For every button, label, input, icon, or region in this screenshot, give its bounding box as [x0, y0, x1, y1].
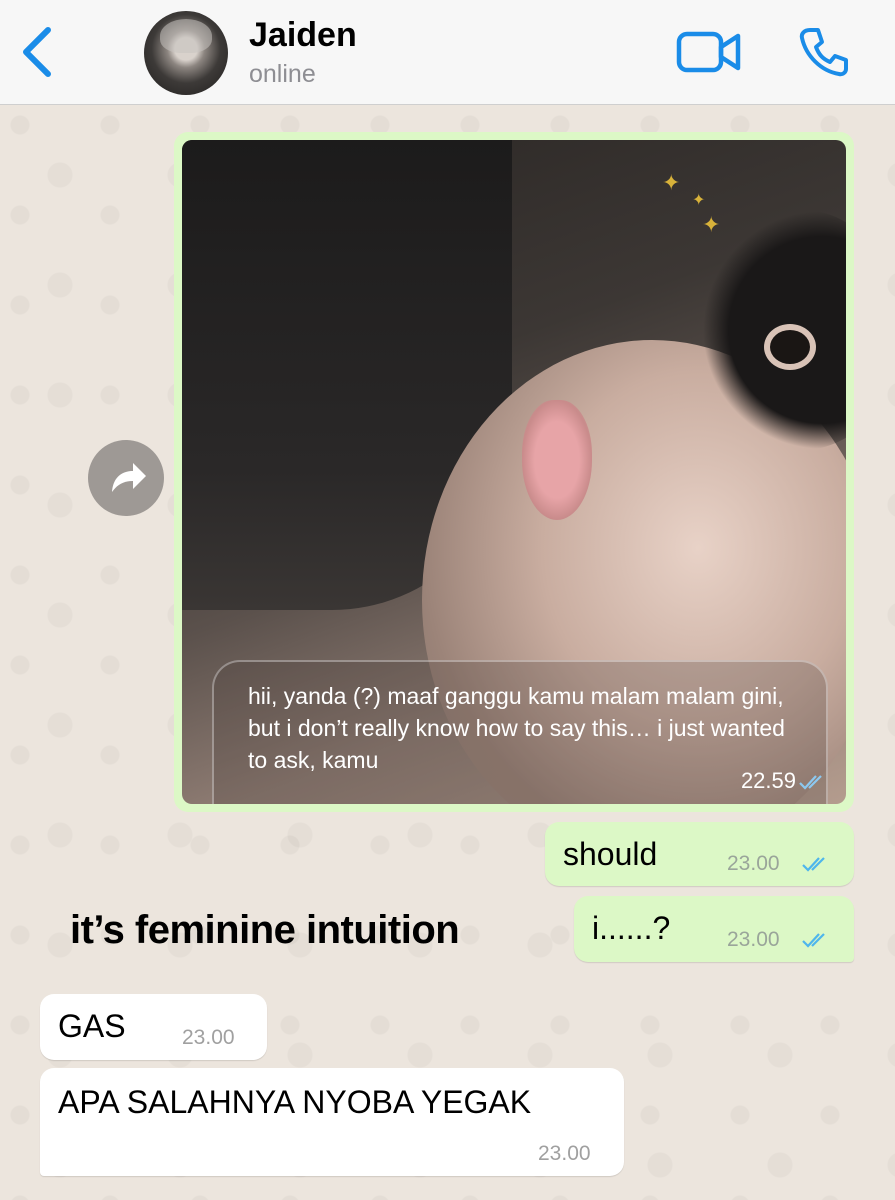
- video-camera-icon: [676, 31, 741, 73]
- forward-arrow-icon: [112, 463, 146, 492]
- outgoing-message[interactable]: i......? 23.00: [574, 896, 854, 962]
- message-time: 23.00: [538, 1142, 591, 1165]
- message-text: APA SALAHNYA NYOBA YEGAK: [58, 1084, 532, 1120]
- incoming-message[interactable]: APA SALAHNYA NYOBA YEGAK 23.00: [40, 1068, 624, 1176]
- message-text: GAS: [58, 1008, 126, 1044]
- read-ticks-icon: [802, 857, 825, 872]
- back-button[interactable]: [18, 24, 58, 80]
- selfie-photo[interactable]: ✦ ✦ ✦ hii, yanda (?) maaf ganggu kamu ma…: [182, 140, 846, 804]
- image-caption: hii, yanda (?) maaf ganggu kamu malam ma…: [248, 683, 785, 773]
- message-time: 23.00: [727, 928, 780, 951]
- photo-lips: [522, 400, 592, 520]
- voice-call-button[interactable]: [796, 24, 852, 80]
- sparkle-icon: ✦: [702, 212, 721, 237]
- contact-status: online: [249, 60, 316, 88]
- image-message[interactable]: ✦ ✦ ✦ hii, yanda (?) maaf ganggu kamu ma…: [174, 132, 854, 812]
- message-text: i......?: [592, 910, 671, 946]
- message-time: 22.59: [740, 768, 796, 793]
- contact-name[interactable]: Jaiden: [249, 16, 357, 55]
- overlay-caption: it’s feminine intuition: [70, 908, 460, 952]
- message-text: should: [563, 836, 658, 872]
- sparkle-icon: ✦: [662, 170, 681, 195]
- read-ticks-icon: [799, 775, 822, 790]
- outgoing-message[interactable]: should 23.00: [545, 822, 854, 886]
- photo-eye: [770, 330, 810, 364]
- chevron-left-icon: [23, 27, 51, 77]
- sparkle-icon: ✦: [692, 192, 706, 209]
- message-time: 23.00: [182, 1026, 235, 1049]
- forward-button[interactable]: [88, 440, 164, 516]
- message-time: 23.00: [727, 852, 780, 875]
- read-ticks-icon: [802, 933, 825, 948]
- incoming-message[interactable]: GAS 23.00: [40, 994, 267, 1060]
- avatar[interactable]: [144, 11, 228, 95]
- video-call-button[interactable]: [676, 26, 742, 78]
- phone-icon: [799, 28, 848, 77]
- chat-header: Jaiden online: [0, 0, 895, 105]
